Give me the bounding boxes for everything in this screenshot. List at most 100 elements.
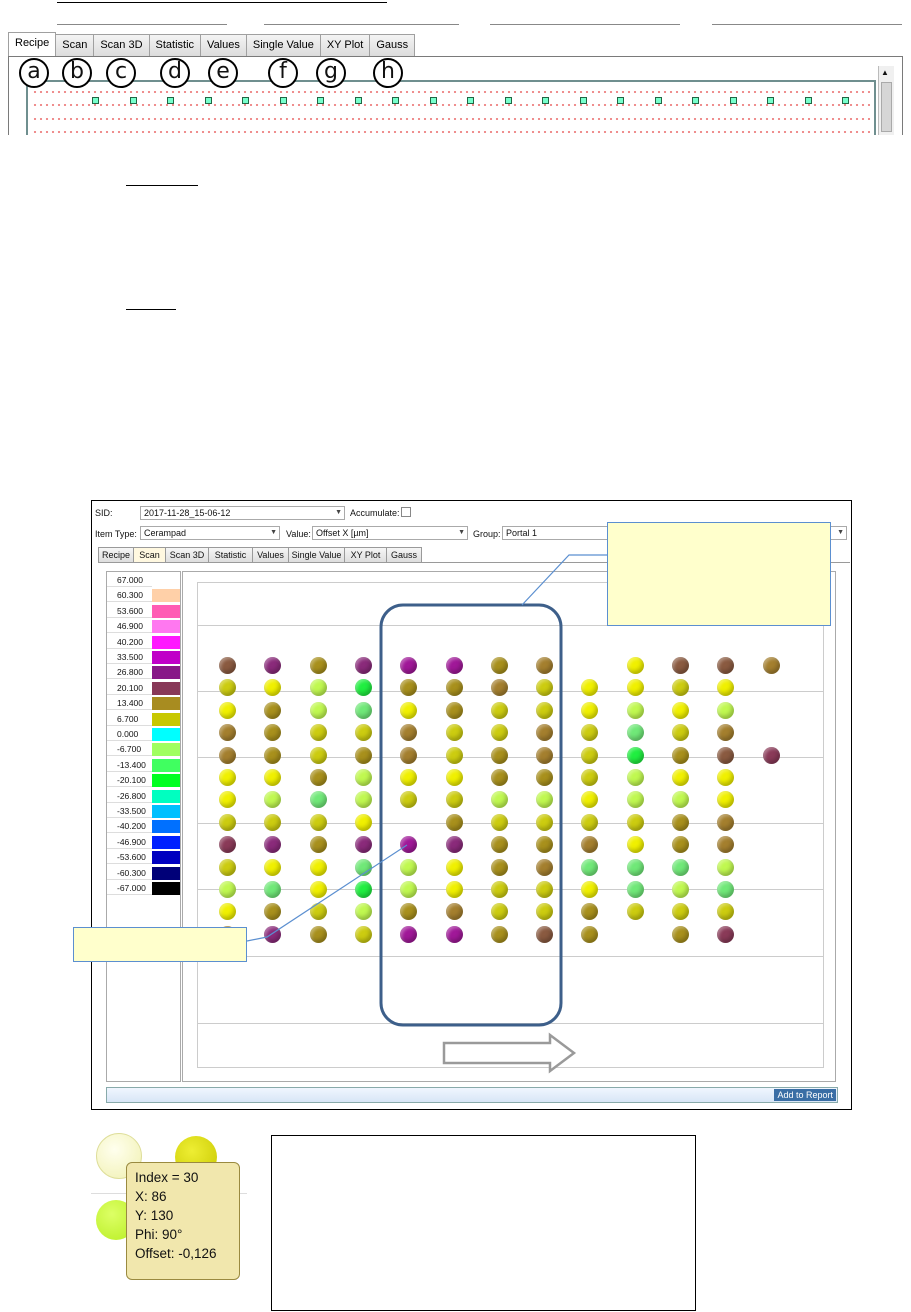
scan-tab-gauss[interactable]: Gauss [386, 547, 422, 562]
measurement-dot[interactable] [626, 724, 644, 742]
measurement-dot[interactable] [490, 701, 508, 719]
measurement-dot[interactable] [445, 746, 463, 764]
measurement-dot[interactable] [309, 746, 327, 764]
measurement-dot[interactable] [219, 724, 236, 742]
scroll-thumb[interactable] [881, 82, 892, 132]
measurement-dot[interactable] [672, 679, 689, 697]
measurement-dot[interactable] [400, 836, 418, 854]
measurement-dot[interactable] [717, 858, 735, 876]
measurement-dot[interactable] [219, 813, 236, 831]
measurement-dot[interactable] [490, 791, 508, 809]
measurement-dot[interactable] [354, 657, 372, 674]
scan-tab-statistic[interactable]: Statistic [208, 547, 253, 562]
measurement-dot[interactable] [490, 925, 508, 943]
measurement-dot[interactable] [581, 903, 599, 921]
measurement-dot[interactable] [309, 836, 327, 854]
measurement-dot[interactable] [717, 769, 735, 786]
measurement-dot[interactable] [354, 724, 372, 742]
measurement-dot[interactable] [626, 769, 644, 786]
measurement-dot[interactable] [536, 881, 554, 898]
scan-tab-single-value[interactable]: Single Value [288, 547, 345, 562]
measurement-dot[interactable] [762, 657, 780, 674]
measurement-dot[interactable] [490, 858, 508, 876]
measurement-dot[interactable] [400, 724, 418, 742]
measurement-dot[interactable] [672, 925, 689, 943]
measurement-dot[interactable] [581, 769, 599, 786]
measurement-dot[interactable] [219, 903, 236, 921]
accumulate-checkbox[interactable] [401, 507, 411, 517]
measurement-dot[interactable] [264, 746, 282, 764]
measurement-dot[interactable] [445, 813, 463, 831]
measurement-dot[interactable] [490, 746, 508, 764]
measurement-dot[interactable] [219, 679, 236, 697]
measurement-dot[interactable] [309, 701, 327, 719]
measurement-dot[interactable] [219, 836, 236, 854]
measurement-dot[interactable] [717, 791, 735, 809]
measurement-dot[interactable] [490, 881, 508, 898]
measurement-dot[interactable] [309, 679, 327, 697]
measurement-dot[interactable] [717, 925, 735, 943]
measurement-dot[interactable] [581, 925, 599, 943]
measurement-dot[interactable] [536, 903, 554, 921]
measurement-dot[interactable] [536, 791, 554, 809]
measurement-dot[interactable] [672, 881, 689, 898]
measurement-dot[interactable] [672, 701, 689, 719]
measurement-dot[interactable] [672, 746, 689, 764]
measurement-dot[interactable] [309, 925, 327, 943]
measurement-dot[interactable] [445, 701, 463, 719]
measurement-dot[interactable] [445, 657, 463, 674]
measurement-dot[interactable] [354, 746, 372, 764]
measurement-dot[interactable] [717, 836, 735, 854]
measurement-dot[interactable] [490, 903, 508, 921]
measurement-dot[interactable] [536, 858, 554, 876]
measurement-dot[interactable] [264, 925, 282, 943]
measurement-dot[interactable] [354, 903, 372, 921]
measurement-dot[interactable] [354, 836, 372, 854]
measurement-dot[interactable] [354, 701, 372, 719]
measurement-dot[interactable] [445, 791, 463, 809]
measurement-dot[interactable] [309, 769, 327, 786]
measurement-dot[interactable] [536, 724, 554, 742]
tab-single-value[interactable]: Single Value [245, 34, 321, 56]
scan-tab-xy-plot[interactable]: XY Plot [344, 547, 387, 562]
measurement-dot[interactable] [219, 657, 236, 674]
measurement-dot[interactable] [354, 791, 372, 809]
measurement-dot[interactable] [626, 903, 644, 921]
measurement-dot[interactable] [264, 903, 282, 921]
measurement-dot[interactable] [309, 724, 327, 742]
measurement-dot[interactable] [400, 858, 418, 876]
measurement-dot[interactable] [490, 769, 508, 786]
measurement-dot[interactable] [581, 858, 599, 876]
measurement-dot[interactable] [219, 858, 236, 876]
measurement-dot[interactable] [264, 858, 282, 876]
measurement-dot[interactable] [581, 701, 599, 719]
tab-statistic[interactable]: Statistic [148, 34, 202, 56]
measurement-dot[interactable] [264, 679, 282, 697]
measurement-dot[interactable] [762, 746, 780, 764]
measurement-dot[interactable] [264, 836, 282, 854]
measurement-dot[interactable] [490, 813, 508, 831]
tab-gauss[interactable]: Gauss [369, 34, 416, 56]
measurement-dot[interactable] [309, 903, 327, 921]
scan-tab-recipe[interactable]: Recipe [98, 547, 134, 562]
measurement-dot[interactable] [672, 858, 689, 876]
measurement-dot[interactable] [672, 903, 689, 921]
measurement-dot[interactable] [717, 813, 735, 831]
measurement-dot[interactable] [309, 657, 327, 674]
measurement-dot[interactable] [717, 701, 735, 719]
tab-scan[interactable]: Scan [55, 34, 95, 56]
measurement-dot[interactable] [536, 813, 554, 831]
measurement-dot[interactable] [354, 925, 372, 943]
tab-recipe[interactable]: Recipe [8, 32, 57, 56]
measurement-dot[interactable] [581, 881, 599, 898]
measurement-dot[interactable] [717, 903, 735, 921]
measurement-dot[interactable] [309, 791, 327, 809]
measurement-dot[interactable] [490, 657, 508, 674]
measurement-dot[interactable] [445, 903, 463, 921]
measurement-dot[interactable] [400, 701, 418, 719]
measurement-dot[interactable] [264, 701, 282, 719]
measurement-dot[interactable] [400, 657, 418, 674]
measurement-dot[interactable] [264, 769, 282, 786]
measurement-dot[interactable] [445, 769, 463, 786]
measurement-dot[interactable] [445, 858, 463, 876]
